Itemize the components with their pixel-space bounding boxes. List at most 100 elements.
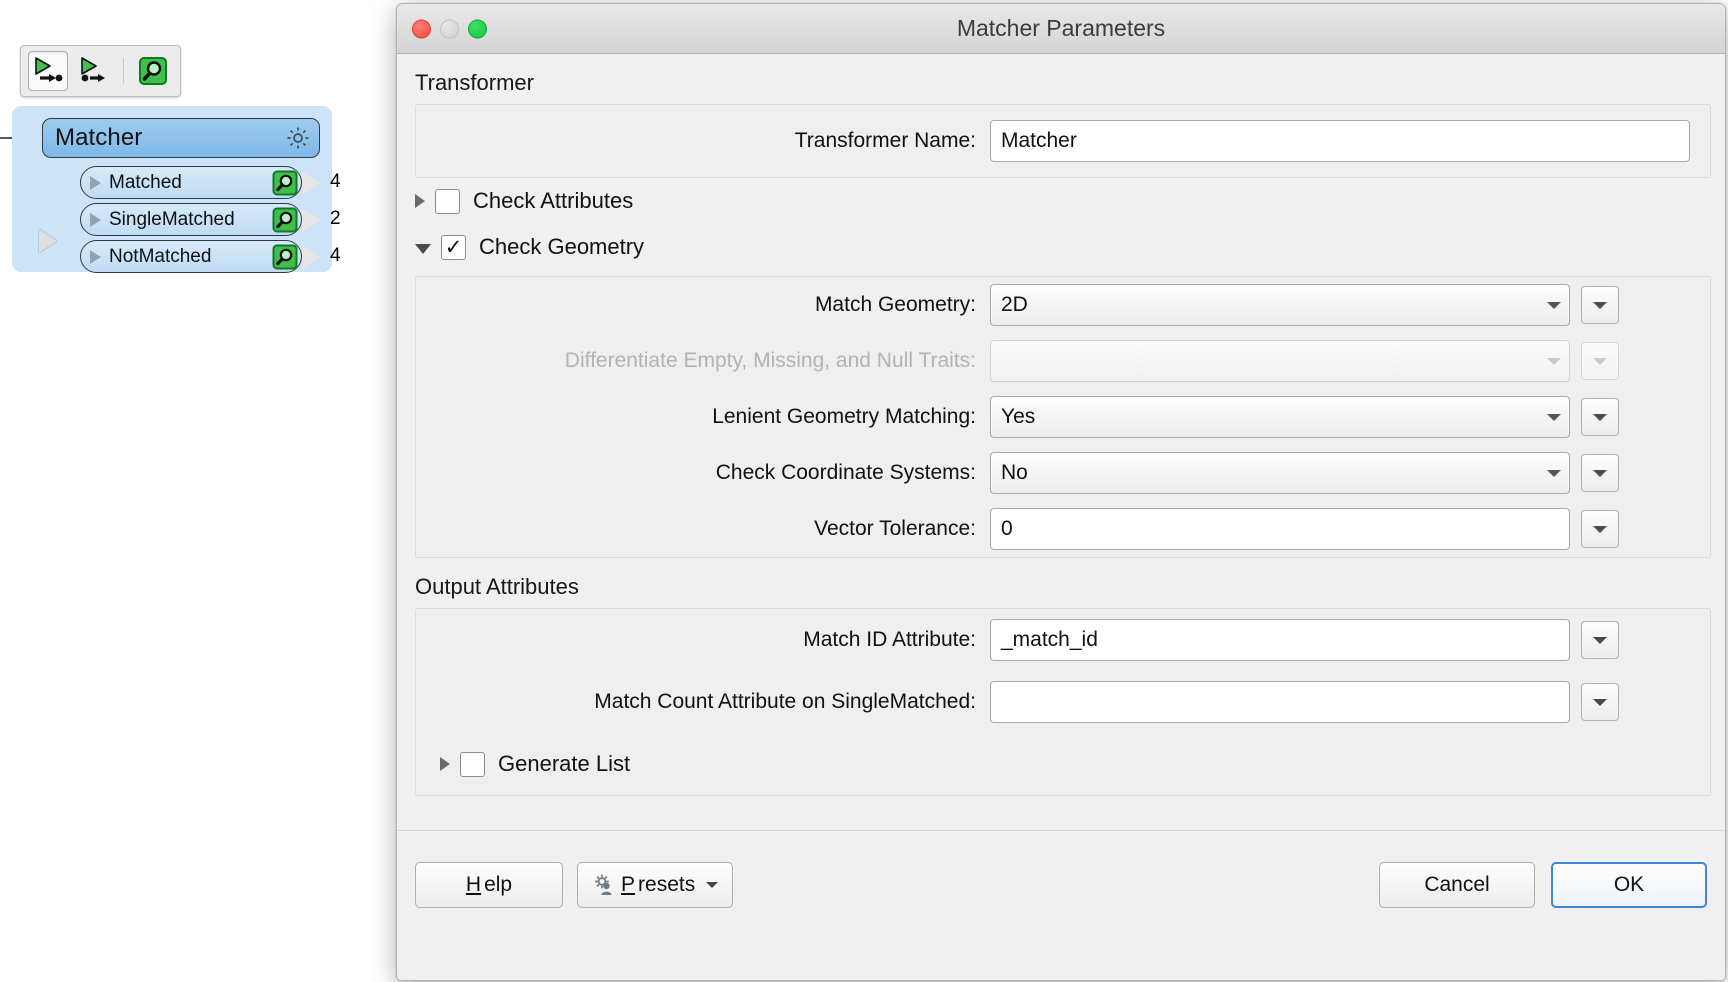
- help-label-rest: elp: [484, 872, 513, 896]
- chevron-down-icon: [1593, 301, 1607, 309]
- screen: Matcher Matched 4 SingleMatched 2 NotMat…: [0, 0, 1728, 982]
- port-expand-triangle-icon: [90, 175, 101, 190]
- chevron-down-icon: [1547, 357, 1561, 365]
- vector-tolerance-menu-button[interactable]: [1581, 510, 1619, 548]
- check-geometry-label: Check Geometry: [479, 234, 645, 259]
- differentiate-traits-menu-button: [1581, 342, 1619, 380]
- match-id-attribute-row: Match ID Attribute: _match_id: [416, 609, 1710, 671]
- check-coordinate-systems-select[interactable]: No: [990, 452, 1570, 494]
- check-attributes-row[interactable]: Check Attributes: [415, 178, 1725, 224]
- run-to-this-icon[interactable]: [28, 51, 68, 91]
- generate-list-label: Generate List: [498, 751, 631, 776]
- port-out-arrow: [302, 171, 321, 195]
- port-out-arrow: [302, 245, 321, 269]
- dialog-body: Transformer Transformer Name: Matcher Ch…: [397, 70, 1725, 938]
- output-attributes-group: Match ID Attribute: _match_id Match Coun…: [415, 608, 1711, 796]
- chevron-right-icon[interactable]: [415, 194, 425, 208]
- match-geometry-value: 2D: [1001, 293, 1028, 316]
- match-count-attribute-label: Match Count Attribute on SingleMatched:: [594, 690, 976, 713]
- chevron-down-icon: [1593, 698, 1607, 706]
- transformer-name-input[interactable]: Matcher: [990, 120, 1690, 162]
- output-port-matched[interactable]: Matched: [80, 166, 302, 199]
- help-button[interactable]: Help: [415, 861, 563, 908]
- lenient-geometry-select[interactable]: Yes: [990, 396, 1570, 438]
- gear-icon[interactable]: [285, 125, 311, 151]
- match-geometry-select[interactable]: 2D: [990, 284, 1570, 326]
- maximize-window-button[interactable]: [468, 19, 487, 38]
- chevron-down-icon: [1547, 469, 1561, 477]
- dialog-footer: Help Presets Cancel OK: [397, 830, 1725, 938]
- output-port-singlematched[interactable]: SingleMatched: [80, 203, 302, 236]
- inspect-magnifier-icon[interactable]: [133, 51, 173, 91]
- presets-label-rest: resets: [638, 872, 696, 896]
- port-feature-count: 4: [330, 171, 341, 192]
- check-coordinate-systems-label: Check Coordinate Systems:: [715, 461, 976, 484]
- ok-button[interactable]: OK: [1551, 861, 1707, 908]
- port-expand-triangle-icon: [90, 212, 101, 227]
- vector-tolerance-label: Vector Tolerance:: [814, 517, 976, 540]
- chevron-right-icon[interactable]: [440, 757, 450, 771]
- match-geometry-label: Match Geometry:: [814, 293, 976, 316]
- presets-gear-person-icon: [592, 873, 618, 897]
- match-count-attribute-menu-button[interactable]: [1581, 683, 1619, 721]
- node-header[interactable]: Matcher: [42, 118, 320, 158]
- chevron-down-icon: [1593, 357, 1607, 365]
- node-title: Matcher: [55, 124, 143, 151]
- check-geometry-row[interactable]: ✓ Check Geometry: [415, 224, 1725, 270]
- check-geometry-group: Match Geometry: 2D Differentiate Empty, …: [415, 276, 1711, 558]
- chevron-down-icon[interactable]: [415, 243, 431, 254]
- toolbar-separator: [123, 58, 124, 84]
- dialog-titlebar[interactable]: Matcher Parameters: [397, 4, 1725, 54]
- workspace-canvas: Matcher Matched 4 SingleMatched 2 NotMat…: [0, 0, 400, 982]
- check-attributes-checkbox[interactable]: [435, 188, 460, 214]
- chevron-down-icon: [1593, 413, 1607, 421]
- presets-button[interactable]: Presets: [577, 861, 734, 908]
- output-attributes-heading: Output Attributes: [415, 574, 579, 599]
- match-geometry-row: Match Geometry: 2D: [416, 277, 1710, 333]
- match-id-attribute-menu-button[interactable]: [1581, 621, 1619, 659]
- chevron-down-icon: [1547, 413, 1561, 421]
- lenient-geometry-value: Yes: [1001, 405, 1036, 428]
- inspect-magnifier-icon[interactable]: [272, 244, 298, 270]
- inspect-magnifier-icon[interactable]: [272, 170, 298, 196]
- port-label: NotMatched: [109, 245, 212, 267]
- cancel-button[interactable]: Cancel: [1379, 861, 1535, 908]
- chevron-down-icon: [706, 881, 719, 888]
- inspect-magnifier-icon[interactable]: [272, 207, 298, 233]
- generate-list-checkbox[interactable]: [460, 751, 485, 777]
- transformer-group: Transformer Name: Matcher: [415, 104, 1711, 178]
- lenient-geometry-row: Lenient Geometry Matching: Yes: [416, 389, 1710, 445]
- port-feature-count: 4: [330, 245, 341, 266]
- window-controls: [412, 19, 487, 38]
- check-coordinate-systems-row: Check Coordinate Systems: No: [416, 445, 1710, 501]
- match-id-attribute-input[interactable]: _match_id: [990, 619, 1570, 661]
- chevron-down-icon: [1593, 636, 1607, 644]
- generate-list-row[interactable]: Generate List: [440, 733, 1710, 795]
- port-out-arrow: [302, 208, 321, 232]
- match-count-attribute-input[interactable]: [990, 681, 1570, 723]
- lenient-geometry-label: Lenient Geometry Matching:: [712, 405, 976, 428]
- close-window-button[interactable]: [412, 19, 431, 38]
- differentiate-traits-select: [990, 340, 1570, 382]
- minimize-window-button[interactable]: [440, 19, 459, 38]
- vector-tolerance-input[interactable]: 0: [990, 508, 1570, 550]
- match-id-attribute-label: Match ID Attribute:: [803, 628, 976, 651]
- output-port-notmatched[interactable]: NotMatched: [80, 240, 302, 273]
- presets-mnemonic: P: [621, 872, 636, 896]
- check-attributes-label: Check Attributes: [473, 188, 634, 213]
- run-from-this-icon[interactable]: [74, 51, 114, 91]
- port-feature-count: 2: [330, 208, 341, 229]
- match-geometry-menu-button[interactable]: [1581, 286, 1619, 324]
- lenient-geometry-menu-button[interactable]: [1581, 398, 1619, 436]
- matcher-transformer-node[interactable]: Matcher Matched 4 SingleMatched 2 NotMat…: [12, 106, 341, 273]
- chevron-down-icon: [1593, 525, 1607, 533]
- check-coordinate-systems-menu-button[interactable]: [1581, 454, 1619, 492]
- transformer-section-heading: Transformer: [415, 70, 534, 95]
- help-mnemonic: H: [465, 872, 482, 896]
- port-label: SingleMatched: [109, 208, 235, 230]
- matcher-parameters-dialog: Matcher Parameters Transformer Transform…: [396, 3, 1726, 981]
- chevron-down-icon: [1593, 469, 1607, 477]
- check-geometry-checkbox[interactable]: ✓: [441, 234, 466, 260]
- differentiate-traits-row: Differentiate Empty, Missing, and Null T…: [416, 333, 1710, 389]
- vector-tolerance-row: Vector Tolerance: 0: [416, 501, 1710, 557]
